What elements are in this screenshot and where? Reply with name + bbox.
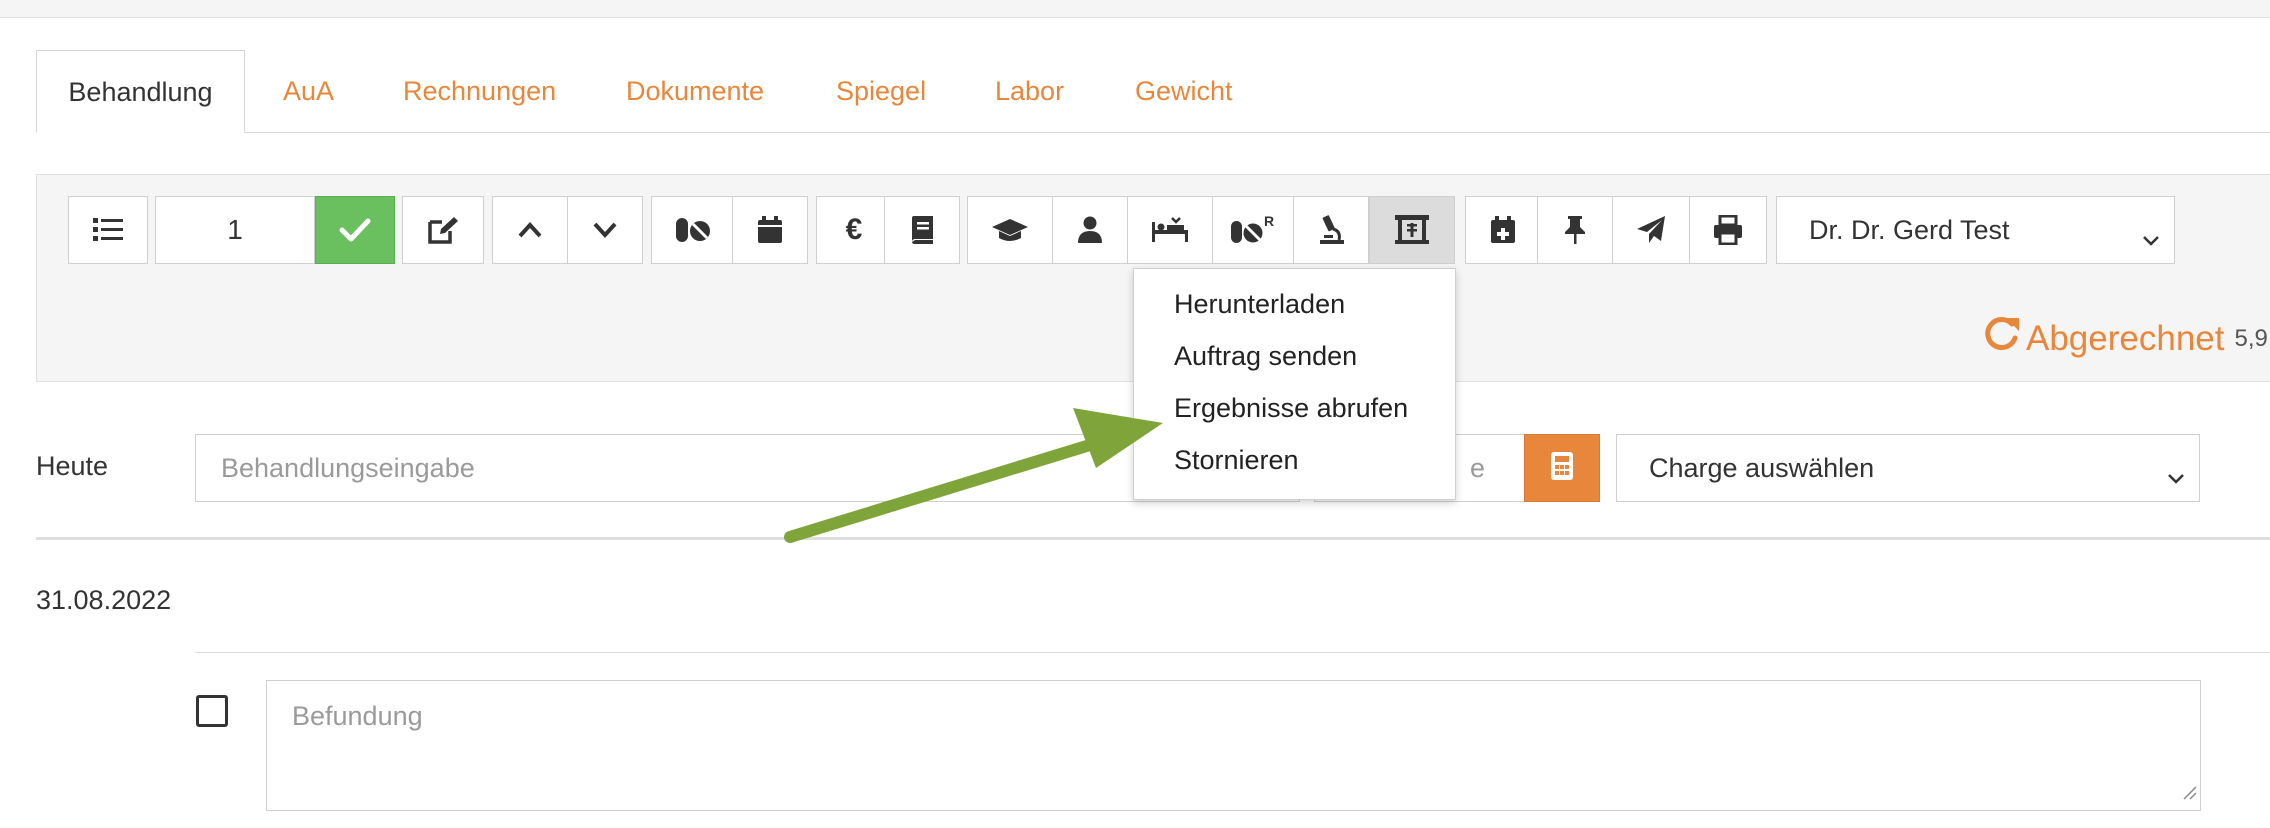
- tab-aua[interactable]: AuA: [283, 50, 334, 132]
- charge-select[interactable]: Charge auswählen: [1616, 434, 2200, 502]
- billing-button[interactable]: €: [816, 196, 892, 264]
- tab-dokumente[interactable]: Dokumente: [626, 50, 764, 132]
- list-button[interactable]: [68, 196, 148, 264]
- user-icon: [1077, 216, 1103, 244]
- menu-item-fetch-results[interactable]: Ergebnisse abrufen: [1174, 393, 1408, 424]
- print-button[interactable]: [1689, 196, 1767, 264]
- pills-r-icon: R: [1230, 214, 1276, 246]
- tab-bar: Behandlung AuA Rechnungen Dokumente Spie…: [36, 50, 2270, 133]
- charge-select-value: Charge auswählen: [1649, 452, 1875, 483]
- calendar-button[interactable]: [732, 196, 808, 264]
- edit-icon: [426, 215, 460, 245]
- entry-divider: [195, 652, 2270, 653]
- tab-behandlung[interactable]: Behandlung: [36, 50, 245, 133]
- chevron-down-icon: [592, 221, 618, 239]
- patient-button[interactable]: [1052, 196, 1128, 264]
- tab-gewicht[interactable]: Gewicht: [1135, 50, 1233, 132]
- tab-rechnungen[interactable]: Rechnungen: [403, 50, 556, 132]
- treatment-input-placeholder: Behandlungseingabe: [221, 452, 475, 483]
- chevron-up-icon: [517, 221, 543, 239]
- move-up-button[interactable]: [492, 196, 568, 264]
- secondary-input-placeholder: e: [1470, 452, 1486, 483]
- procedure-button[interactable]: [1127, 196, 1213, 264]
- section-divider: [36, 537, 2270, 540]
- status-amount: 5,9: [2234, 324, 2268, 352]
- euro-icon: €: [845, 213, 863, 246]
- procedure-bed-icon: [1150, 216, 1190, 244]
- menu-item-cancel[interactable]: Stornieren: [1174, 445, 1299, 476]
- calculator-button[interactable]: [1524, 434, 1600, 502]
- finding-placeholder: Befundung: [292, 701, 423, 731]
- lab-order-button[interactable]: [1369, 196, 1455, 264]
- entry-date: 31.08.2022: [36, 585, 172, 615]
- resize-handle-icon[interactable]: [2181, 776, 2197, 807]
- calendar-plus-icon: [1490, 216, 1516, 244]
- menu-item-download[interactable]: Herunterladen: [1174, 289, 1345, 320]
- medication-button[interactable]: [651, 196, 733, 264]
- add-appointment-button[interactable]: [1465, 196, 1541, 264]
- graduation-cap-icon: [991, 217, 1029, 243]
- microscope-icon: [1316, 215, 1346, 245]
- lab-dropdown-menu: Herunterladen Auftrag senden Ergebnisse …: [1133, 268, 1456, 500]
- date-label: Heute: [36, 451, 109, 481]
- calendar-icon: [757, 216, 783, 244]
- doctor-select-value: Dr. Dr. Gerd Test: [1809, 214, 2010, 245]
- send-button[interactable]: [1612, 196, 1690, 264]
- prescription-button[interactable]: R: [1212, 196, 1294, 264]
- move-down-button[interactable]: [567, 196, 643, 264]
- tab-labor[interactable]: Labor: [995, 50, 1064, 132]
- menu-item-send-order[interactable]: Auftrag senden: [1174, 341, 1357, 372]
- top-strip: [0, 0, 2270, 18]
- lab-order-icon: [1393, 214, 1431, 246]
- svg-text:R: R: [1264, 214, 1274, 229]
- billing-status: Abgerechnet 5,9: [1982, 314, 2268, 363]
- print-icon: [1713, 215, 1743, 245]
- pin-button[interactable]: [1537, 196, 1613, 264]
- redo-icon: [1982, 314, 2022, 363]
- edit-button[interactable]: [402, 196, 484, 264]
- paper-plane-icon: [1636, 215, 1666, 245]
- entry-checkbox[interactable]: [196, 695, 228, 727]
- count-input[interactable]: 1: [155, 196, 315, 264]
- education-button[interactable]: [967, 196, 1053, 264]
- pin-icon: [1563, 215, 1587, 245]
- calculator-icon: [1550, 451, 1574, 486]
- chevron-down-icon: [2167, 461, 2185, 492]
- tab-spiegel[interactable]: Spiegel: [836, 50, 926, 132]
- microscope-button[interactable]: [1293, 196, 1369, 264]
- book-button[interactable]: [884, 196, 960, 264]
- confirm-button[interactable]: [315, 196, 395, 264]
- list-icon: [93, 217, 123, 243]
- doctor-select[interactable]: Dr. Dr. Gerd Test: [1776, 196, 2175, 264]
- pills-icon: [674, 217, 710, 243]
- check-icon: [339, 217, 371, 243]
- status-label: Abgerechnet: [2026, 318, 2225, 358]
- book-icon: [909, 215, 935, 245]
- chevron-down-icon: [2142, 223, 2160, 254]
- finding-textarea[interactable]: Befundung: [266, 680, 2201, 811]
